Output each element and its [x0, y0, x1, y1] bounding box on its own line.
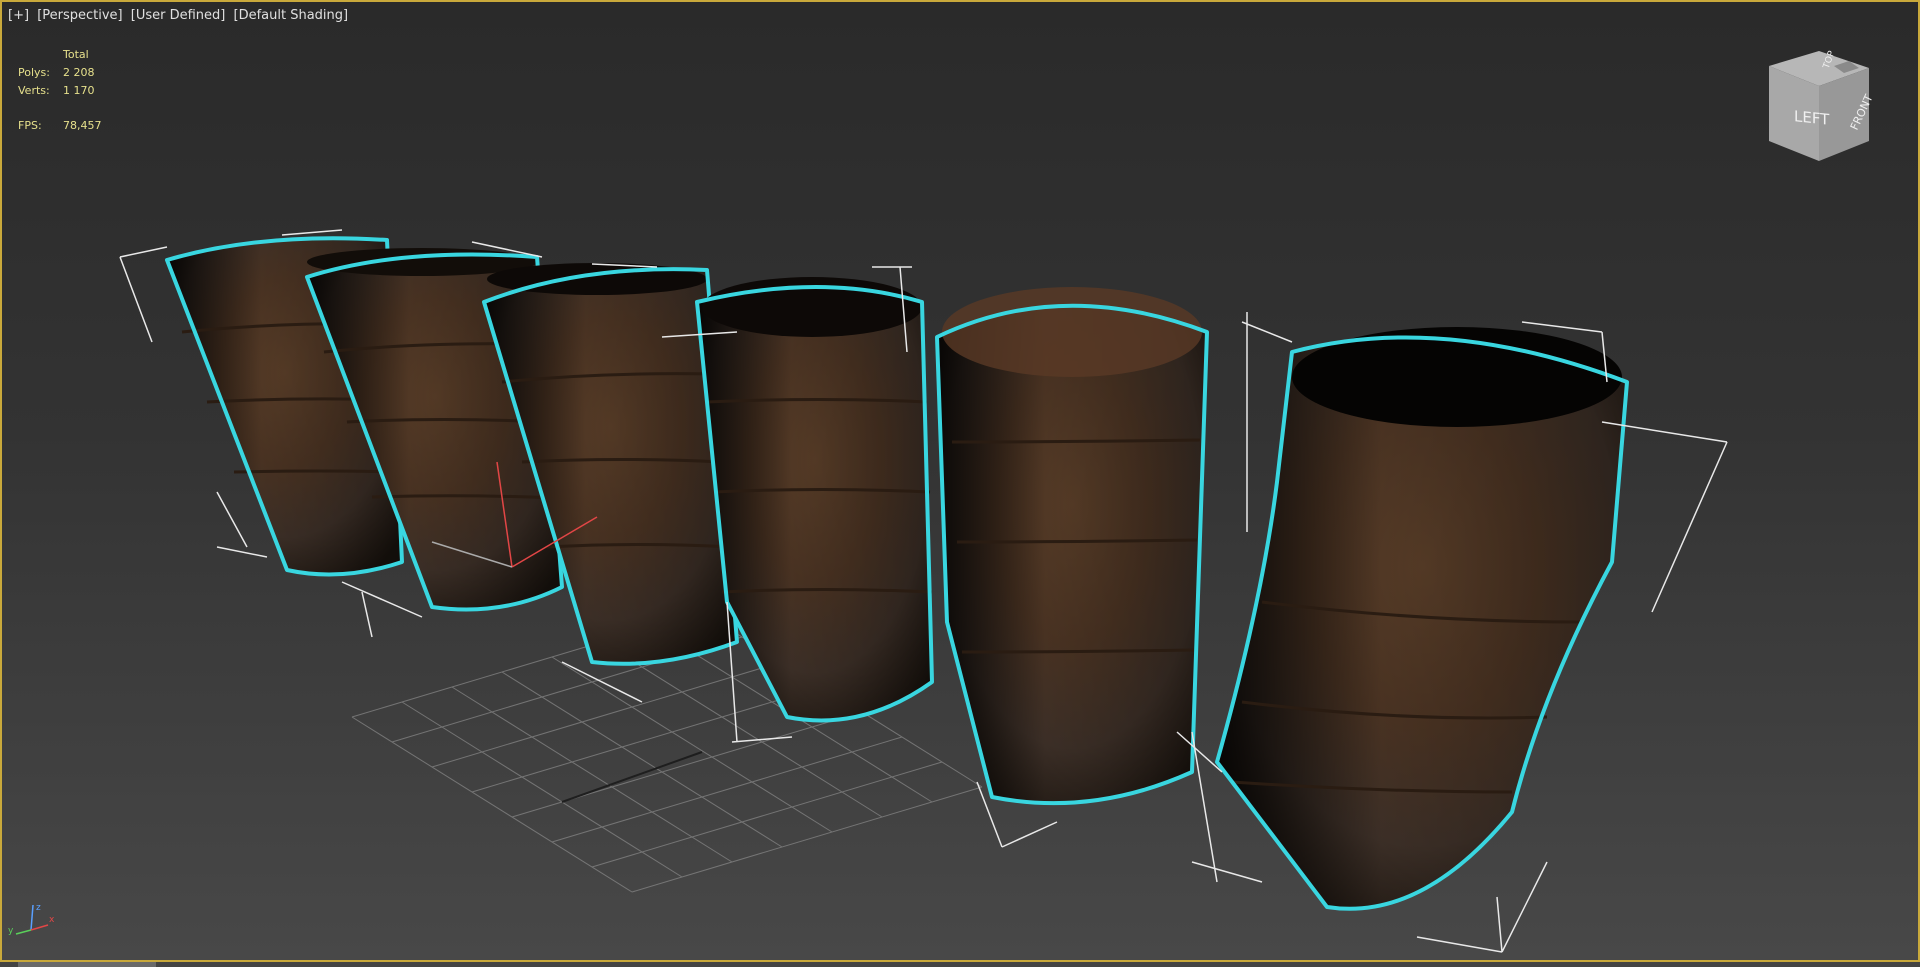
viewport-menu-view[interactable]: [User Defined]	[131, 8, 226, 23]
verts-label: Verts:	[18, 84, 50, 97]
axis-y-label: y	[8, 926, 14, 936]
perspective-viewport[interactable]: [+] [Perspective] [User Defined] [Defaul…	[0, 0, 1920, 962]
axis-z-label: z	[36, 903, 41, 913]
fps-label: FPS:	[18, 119, 42, 132]
viewcube-left-label: LEFT	[1794, 107, 1830, 129]
bottom-toolbar	[0, 962, 1920, 967]
viewport-menu-shading[interactable]: [Default Shading]	[234, 8, 349, 23]
fps-value: 78,457	[63, 119, 102, 132]
scene-canvas[interactable]	[2, 2, 1920, 962]
stats-header: Total	[63, 48, 89, 61]
world-axis-tripod-icon: z x y	[8, 903, 55, 936]
axis-x-label: x	[49, 915, 55, 925]
barrel-5[interactable]	[935, 287, 1209, 806]
viewport-menu-plus[interactable]: [+]	[8, 8, 29, 23]
barrel-4[interactable]	[695, 277, 934, 723]
verts-value: 1 170	[63, 84, 95, 97]
bottom-toolbar-tab[interactable]	[18, 962, 156, 967]
barrel-6[interactable]	[1215, 327, 1629, 911]
viewport-menu-pov[interactable]: [Perspective]	[37, 8, 122, 23]
polys-value: 2 208	[63, 66, 95, 79]
viewcube-icon[interactable]: LEFT FRONT TOP	[1764, 46, 1874, 166]
viewport-label-menu[interactable]: [+] [Perspective] [User Defined] [Defaul…	[8, 8, 352, 23]
polys-label: Polys:	[18, 66, 50, 79]
statistics-overlay: Total Polys: 2 208 Verts: 1 170 FPS: 78,457	[18, 46, 102, 135]
